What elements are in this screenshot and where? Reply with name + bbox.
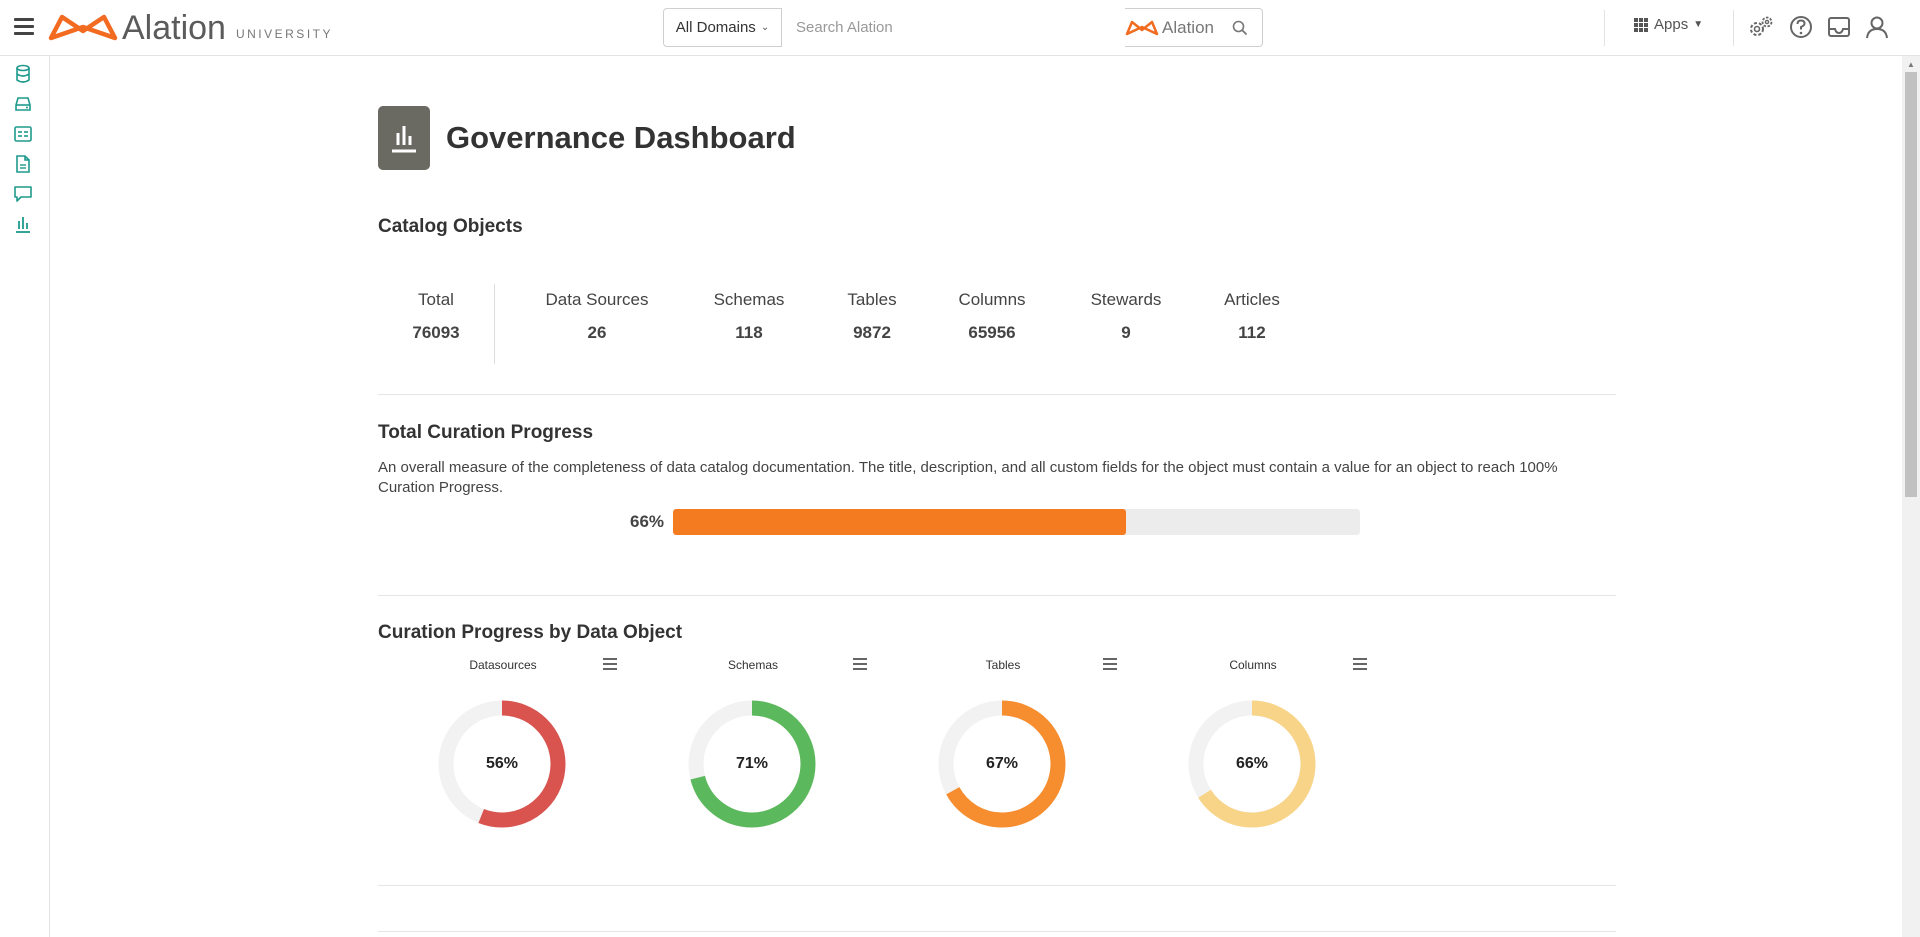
divider: [1604, 10, 1605, 46]
section-divider: [378, 595, 1616, 596]
stat-value: 112: [1238, 323, 1266, 342]
section-divider: [378, 885, 1616, 886]
stat-data-sources: Data Sources 26: [540, 290, 654, 343]
dashboard-chart-icon: [378, 106, 430, 170]
stat-label: Data Sources: [545, 290, 649, 309]
donut-card-datasources: Datasources 56%: [378, 650, 618, 880]
apps-menu[interactable]: Apps ▼: [1634, 16, 1703, 33]
curation-by-object-title: Curation Progress by Data Object: [378, 622, 683, 643]
stat-divider: [494, 284, 495, 364]
stat-label: Articles: [1224, 290, 1280, 309]
donut-percent-label: 66%: [1235, 755, 1269, 772]
donut-percent-label: 56%: [485, 755, 519, 772]
top-navbar: Alation UNIVERSITY All Domains ⌄ Alation…: [0, 0, 1920, 56]
global-search: All Domains ⌄ Alation: [663, 8, 1263, 47]
domain-select[interactable]: All Domains ⌄: [664, 9, 782, 46]
donut-title: Schemas: [727, 658, 779, 672]
search-brand-text: Alation: [1162, 17, 1214, 37]
stat-value: 26: [587, 323, 607, 342]
stat-tables: Tables 9872: [838, 290, 906, 343]
apps-label: Apps: [1654, 16, 1689, 33]
catalog-objects-title: Catalog Objects: [378, 216, 523, 237]
bar-chart-icon[interactable]: [13, 214, 33, 234]
donut-card-schemas: Schemas 71%: [628, 650, 868, 880]
section-divider: [378, 394, 1616, 395]
donut-percent-label: 67%: [985, 755, 1019, 772]
inbox-icon[interactable]: [1826, 14, 1852, 40]
page-title: Governance Dashboard: [446, 120, 796, 155]
database-icon[interactable]: [13, 64, 33, 84]
stat-label: Stewards: [1090, 290, 1162, 309]
donut-title: Tables: [985, 658, 1021, 672]
stat-value: 65956: [968, 323, 1016, 342]
search-brand: Alation: [1125, 18, 1214, 38]
chevron-down-icon: ⌄: [760, 22, 770, 33]
stat-articles: Articles 112: [1216, 290, 1288, 343]
chart-menu-icon[interactable]: [1103, 658, 1117, 670]
catalog-stats: Total 76093 Data Sources 26 Schemas 118 …: [378, 284, 1378, 370]
apps-grid-icon: [1634, 17, 1648, 32]
stat-stewards: Stewards 9: [1084, 290, 1168, 343]
chart-menu-icon[interactable]: [853, 658, 867, 670]
conversation-icon[interactable]: [13, 184, 33, 204]
curation-description: An overall measure of the completeness o…: [378, 459, 1558, 496]
page-header: Governance Dashboard: [378, 106, 796, 170]
scroll-up-arrow-icon[interactable]: ▲: [1905, 60, 1917, 70]
table-list-icon[interactable]: [13, 124, 33, 144]
stat-value: 76093: [412, 323, 460, 342]
divider: [1733, 10, 1734, 46]
help-icon[interactable]: [1788, 14, 1814, 40]
stat-label: Columns: [958, 290, 1026, 309]
stat-value: 9: [1121, 323, 1131, 342]
section-divider: [378, 931, 1616, 932]
stat-value: 9872: [853, 323, 891, 342]
stat-total: Total 76093: [408, 290, 464, 343]
stat-label: Schemas: [713, 290, 785, 309]
chart-menu-icon[interactable]: [603, 658, 617, 670]
curation-progress-bar: [673, 509, 1360, 535]
chart-menu-icon[interactable]: [1353, 658, 1367, 670]
alation-bowtie-small-icon: [1125, 20, 1159, 35]
search-input[interactable]: [782, 8, 1126, 47]
menu-hamburger-icon[interactable]: [14, 18, 34, 36]
total-curation-title: Total Curation Progress: [378, 422, 594, 443]
search-icon[interactable]: [1232, 20, 1248, 36]
stat-label: Total: [418, 290, 454, 309]
donut-title: Datasources: [469, 658, 537, 672]
logo-subtext: UNIVERSITY: [235, 27, 333, 41]
left-rail: [0, 56, 50, 937]
stat-columns: Columns 65956: [952, 290, 1032, 343]
donut-card-columns: Columns 66%: [1128, 650, 1368, 880]
curation-progress-fill: [673, 509, 1127, 535]
donut-card-tables: Tables 67%: [878, 650, 1118, 880]
user-profile-icon[interactable]: [1864, 14, 1890, 40]
donut-percent-label: 71%: [735, 755, 769, 772]
donut-title: Columns: [1229, 658, 1277, 672]
domain-select-label: All Domains: [675, 19, 756, 36]
stat-schemas: Schemas 118: [709, 290, 789, 343]
stat-value: 118: [735, 323, 763, 342]
logo-text: Alation: [122, 8, 226, 47]
document-icon[interactable]: [13, 154, 33, 174]
alation-bowtie-icon: [48, 14, 118, 41]
alation-logo[interactable]: Alation UNIVERSITY: [48, 8, 333, 48]
caret-down-icon: ▼: [1693, 19, 1704, 30]
curation-percent-label: 66%: [630, 512, 665, 531]
server-storage-icon[interactable]: [13, 94, 33, 114]
settings-gears-icon[interactable]: [1748, 14, 1774, 40]
scrollbar-thumb[interactable]: [1905, 72, 1917, 497]
stat-label: Tables: [847, 290, 897, 309]
